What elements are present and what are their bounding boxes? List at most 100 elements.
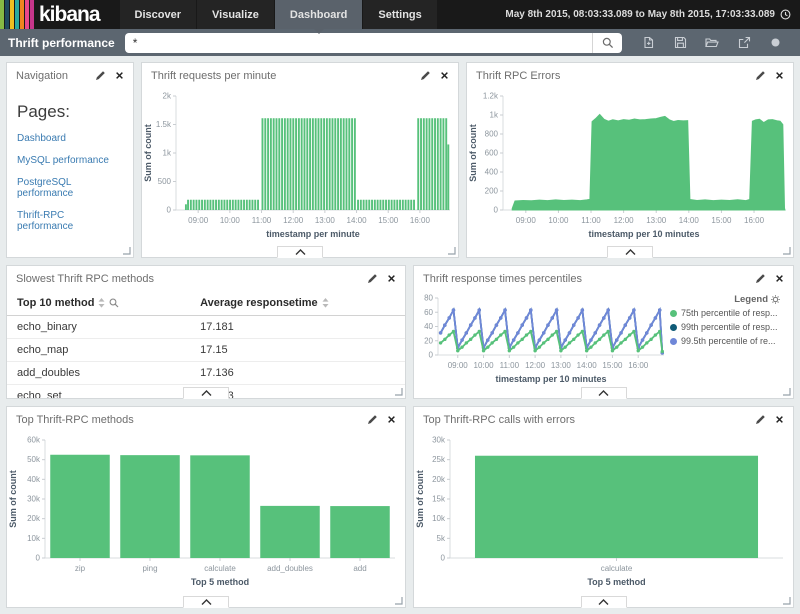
resize-handle[interactable] — [123, 247, 131, 255]
svg-text:Sum of count: Sum of count — [143, 124, 153, 182]
time-range-text: May 8th 2015, 08:03:33.089 to May 8th 20… — [505, 9, 775, 20]
slowest-methods-table: Top 10 method Average responsetime — [7, 291, 405, 398]
dashboard-row-3: Top Thrift-RPC methods 010k20k30k40k50k6… — [6, 406, 794, 608]
kibana-logo-stripes-icon — [0, 0, 35, 29]
close-icon — [115, 71, 124, 80]
svg-text:11:00: 11:00 — [581, 216, 601, 225]
svg-text:Top 5 method: Top 5 method — [587, 577, 645, 587]
brand-stripe — [15, 0, 19, 29]
legend-label: 75th percentile of resp... — [681, 308, 778, 318]
svg-text:add_doubles: add_doubles — [267, 564, 313, 573]
nav-tab-settings[interactable]: Settings — [363, 0, 436, 29]
resize-handle[interactable] — [448, 247, 456, 255]
panel-header: Slowest Thrift RPC methods — [7, 266, 405, 291]
requests-per-minute-chart[interactable]: 05001k1.5k2k09:0010:0011:0012:0013:0014:… — [142, 88, 458, 254]
panel-navigation: Navigation Pages: DashboardMySQL perform… — [6, 62, 134, 258]
top-methods-chart[interactable]: 010k20k30k40k50k60kzippingcalculateadd_d… — [7, 432, 405, 604]
query-toolbar: Thrift performance — [0, 29, 800, 56]
edit-panel-button[interactable] — [367, 414, 378, 425]
collapse-panel-button[interactable] — [183, 387, 229, 399]
query-input[interactable] — [125, 33, 592, 53]
close-panel-button[interactable] — [440, 71, 449, 80]
svg-text:1k: 1k — [490, 111, 499, 120]
panel-slowest-methods: Slowest Thrift RPC methods Top 10 method — [6, 265, 406, 399]
svg-text:09:00: 09:00 — [448, 361, 469, 370]
collapse-panel-button[interactable] — [581, 596, 627, 608]
nav-tab-discover[interactable]: Discover — [120, 0, 196, 29]
edit-panel-button[interactable] — [367, 273, 378, 284]
options-button[interactable] — [767, 34, 784, 51]
close-panel-button[interactable] — [775, 71, 784, 80]
clock-icon — [780, 9, 791, 20]
pencil-icon — [367, 414, 378, 425]
rpc-errors-chart[interactable]: 02004006008001k1.2k09:0010:0011:0012:001… — [467, 88, 793, 254]
resize-handle[interactable] — [783, 388, 791, 396]
edit-panel-button[interactable] — [755, 414, 766, 425]
table-row: echo_map17.15 — [7, 339, 405, 362]
close-icon — [775, 71, 784, 80]
load-dashboard-button[interactable] — [703, 34, 721, 51]
panel-header: Thrift response times percentiles — [414, 266, 793, 291]
collapse-panel-button[interactable] — [183, 596, 229, 608]
time-picker[interactable]: May 8th 2015, 08:03:33.089 to May 8th 20… — [505, 9, 800, 20]
edit-panel-button[interactable] — [755, 273, 766, 284]
percentiles-chart[interactable]: 02040608009:0010:0011:0012:0013:0014:001… — [414, 291, 670, 391]
svg-text:09:00: 09:00 — [516, 216, 537, 225]
page-link-dashboard[interactable]: Dashboard — [17, 133, 123, 144]
legend-item[interactable]: 99.5th percentile of re... — [670, 336, 780, 346]
close-panel-button[interactable] — [775, 415, 784, 424]
svg-text:30k: 30k — [27, 495, 41, 504]
errors-by-method-chart[interactable]: 05k10k15k20k25k30kcalculateTop 5 methodS… — [414, 432, 793, 604]
kibana-logo[interactable]: kibana — [0, 0, 120, 29]
close-icon — [387, 274, 396, 283]
sort-icon — [322, 298, 329, 308]
close-panel-button[interactable] — [115, 71, 124, 80]
svg-text:ping: ping — [142, 564, 157, 573]
edit-panel-button[interactable] — [95, 70, 106, 81]
query-input-group — [125, 33, 622, 53]
svg-text:10:00: 10:00 — [474, 361, 495, 370]
legend-item[interactable]: 75th percentile of resp... — [670, 308, 780, 318]
legend-toggle[interactable]: Legend — [670, 294, 780, 305]
resize-corner-icon — [783, 388, 791, 396]
close-panel-button[interactable] — [775, 274, 784, 283]
edit-panel-button[interactable] — [755, 70, 766, 81]
legend-item[interactable]: 99th percentile of resp... — [670, 322, 780, 332]
svg-text:15:00: 15:00 — [378, 216, 399, 225]
close-panel-button[interactable] — [387, 415, 396, 424]
collapse-panel-button[interactable] — [277, 246, 323, 258]
column-header-method[interactable]: Top 10 method — [7, 291, 190, 316]
new-dashboard-button[interactable] — [640, 34, 657, 51]
edit-panel-button[interactable] — [420, 70, 431, 81]
dashboard-title: Thrift performance — [8, 36, 115, 50]
column-header-responsetime[interactable]: Average responsetime — [190, 291, 405, 316]
nav-tab-visualize[interactable]: Visualize — [197, 0, 274, 29]
panel-header: Thrift RPC Errors — [467, 63, 793, 88]
dashboard-row-2: Slowest Thrift RPC methods Top 10 method — [6, 265, 794, 399]
resize-handle[interactable] — [395, 597, 403, 605]
close-panel-button[interactable] — [387, 274, 396, 283]
share-dashboard-button[interactable] — [736, 34, 753, 51]
resize-handle[interactable] — [395, 388, 403, 396]
svg-text:15k: 15k — [432, 495, 446, 504]
save-dashboard-button[interactable] — [672, 34, 689, 51]
resize-corner-icon — [448, 247, 456, 255]
search-button[interactable] — [592, 33, 622, 53]
pencil-icon — [755, 70, 766, 81]
collapse-panel-button[interactable] — [607, 246, 653, 258]
page-link-thrift-rpc-performance[interactable]: Thrift-RPC performance — [17, 210, 123, 232]
resize-handle[interactable] — [783, 597, 791, 605]
resize-corner-icon — [783, 247, 791, 255]
svg-text:200: 200 — [485, 187, 499, 196]
svg-text:zip: zip — [75, 564, 86, 573]
collapse-panel-button[interactable] — [581, 387, 627, 399]
svg-text:50k: 50k — [27, 455, 41, 464]
page-link-mysql-performance[interactable]: MySQL performance — [17, 155, 123, 166]
page-link-postgresql-performance[interactable]: PostgreSQL performance — [17, 177, 123, 199]
resize-handle[interactable] — [783, 247, 791, 255]
nav-tab-dashboard[interactable]: Dashboard — [275, 0, 362, 29]
resize-corner-icon — [395, 388, 403, 396]
svg-text:14:00: 14:00 — [347, 216, 368, 225]
resize-corner-icon — [783, 597, 791, 605]
responsetime-cell: 17.15 — [190, 339, 405, 362]
